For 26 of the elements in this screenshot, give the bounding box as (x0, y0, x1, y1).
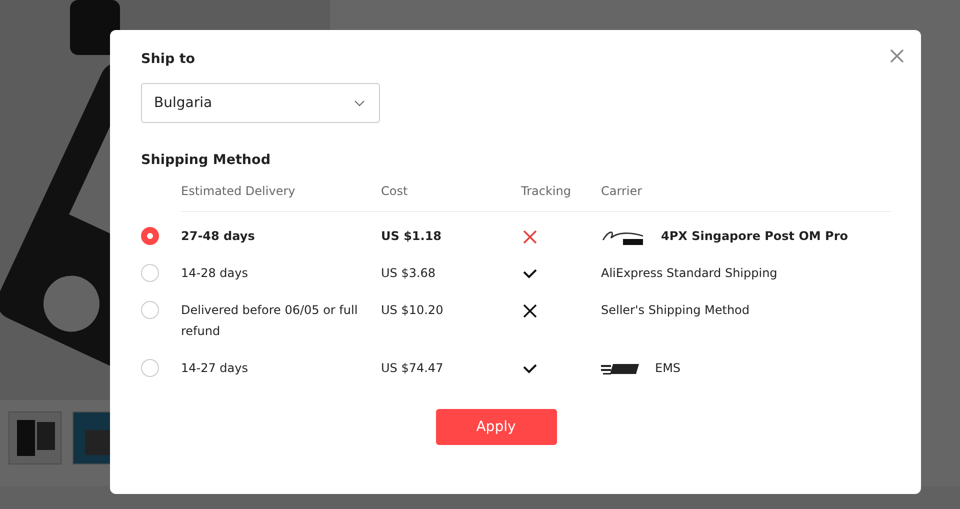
column-header: Estimated Delivery (181, 184, 296, 198)
column-header: Carrier (601, 184, 644, 198)
shipping-cost: US $74.47 (381, 360, 444, 377)
column-header: Tracking (521, 184, 572, 198)
radio-button[interactable] (141, 359, 159, 377)
country-select[interactable]: Bulgaria (141, 83, 380, 123)
ems-logo-icon (601, 362, 639, 374)
delivery-time: Delivered before 06/05 or full refund (181, 302, 359, 340)
carrier-name: EMS (655, 360, 681, 377)
chevron-down-icon (354, 100, 365, 106)
section-title: Shipping Method (141, 151, 272, 170)
carrier-name: AliExpress Standard Shipping (601, 265, 778, 282)
close-icon[interactable] (889, 48, 905, 64)
dialog-title: Ship to (141, 50, 196, 69)
shipping-cost: US $1.18 (381, 228, 443, 245)
carrier-name: 4PX Singapore Post OM Pro (661, 228, 848, 245)
delivery-time: 14-27 days (181, 360, 250, 377)
radio-button[interactable] (141, 227, 159, 245)
delivery-time: 27-48 days (181, 228, 256, 245)
shipping-cost: US $10.20 (381, 302, 444, 319)
radio-button[interactable] (141, 301, 159, 319)
shipping-cost: US $3.68 (381, 265, 437, 282)
radio-button[interactable] (141, 264, 159, 282)
carrier-name: Seller's Shipping Method (601, 302, 750, 319)
delivery-time: 14-28 days (181, 265, 250, 282)
column-header: Cost (381, 184, 409, 198)
